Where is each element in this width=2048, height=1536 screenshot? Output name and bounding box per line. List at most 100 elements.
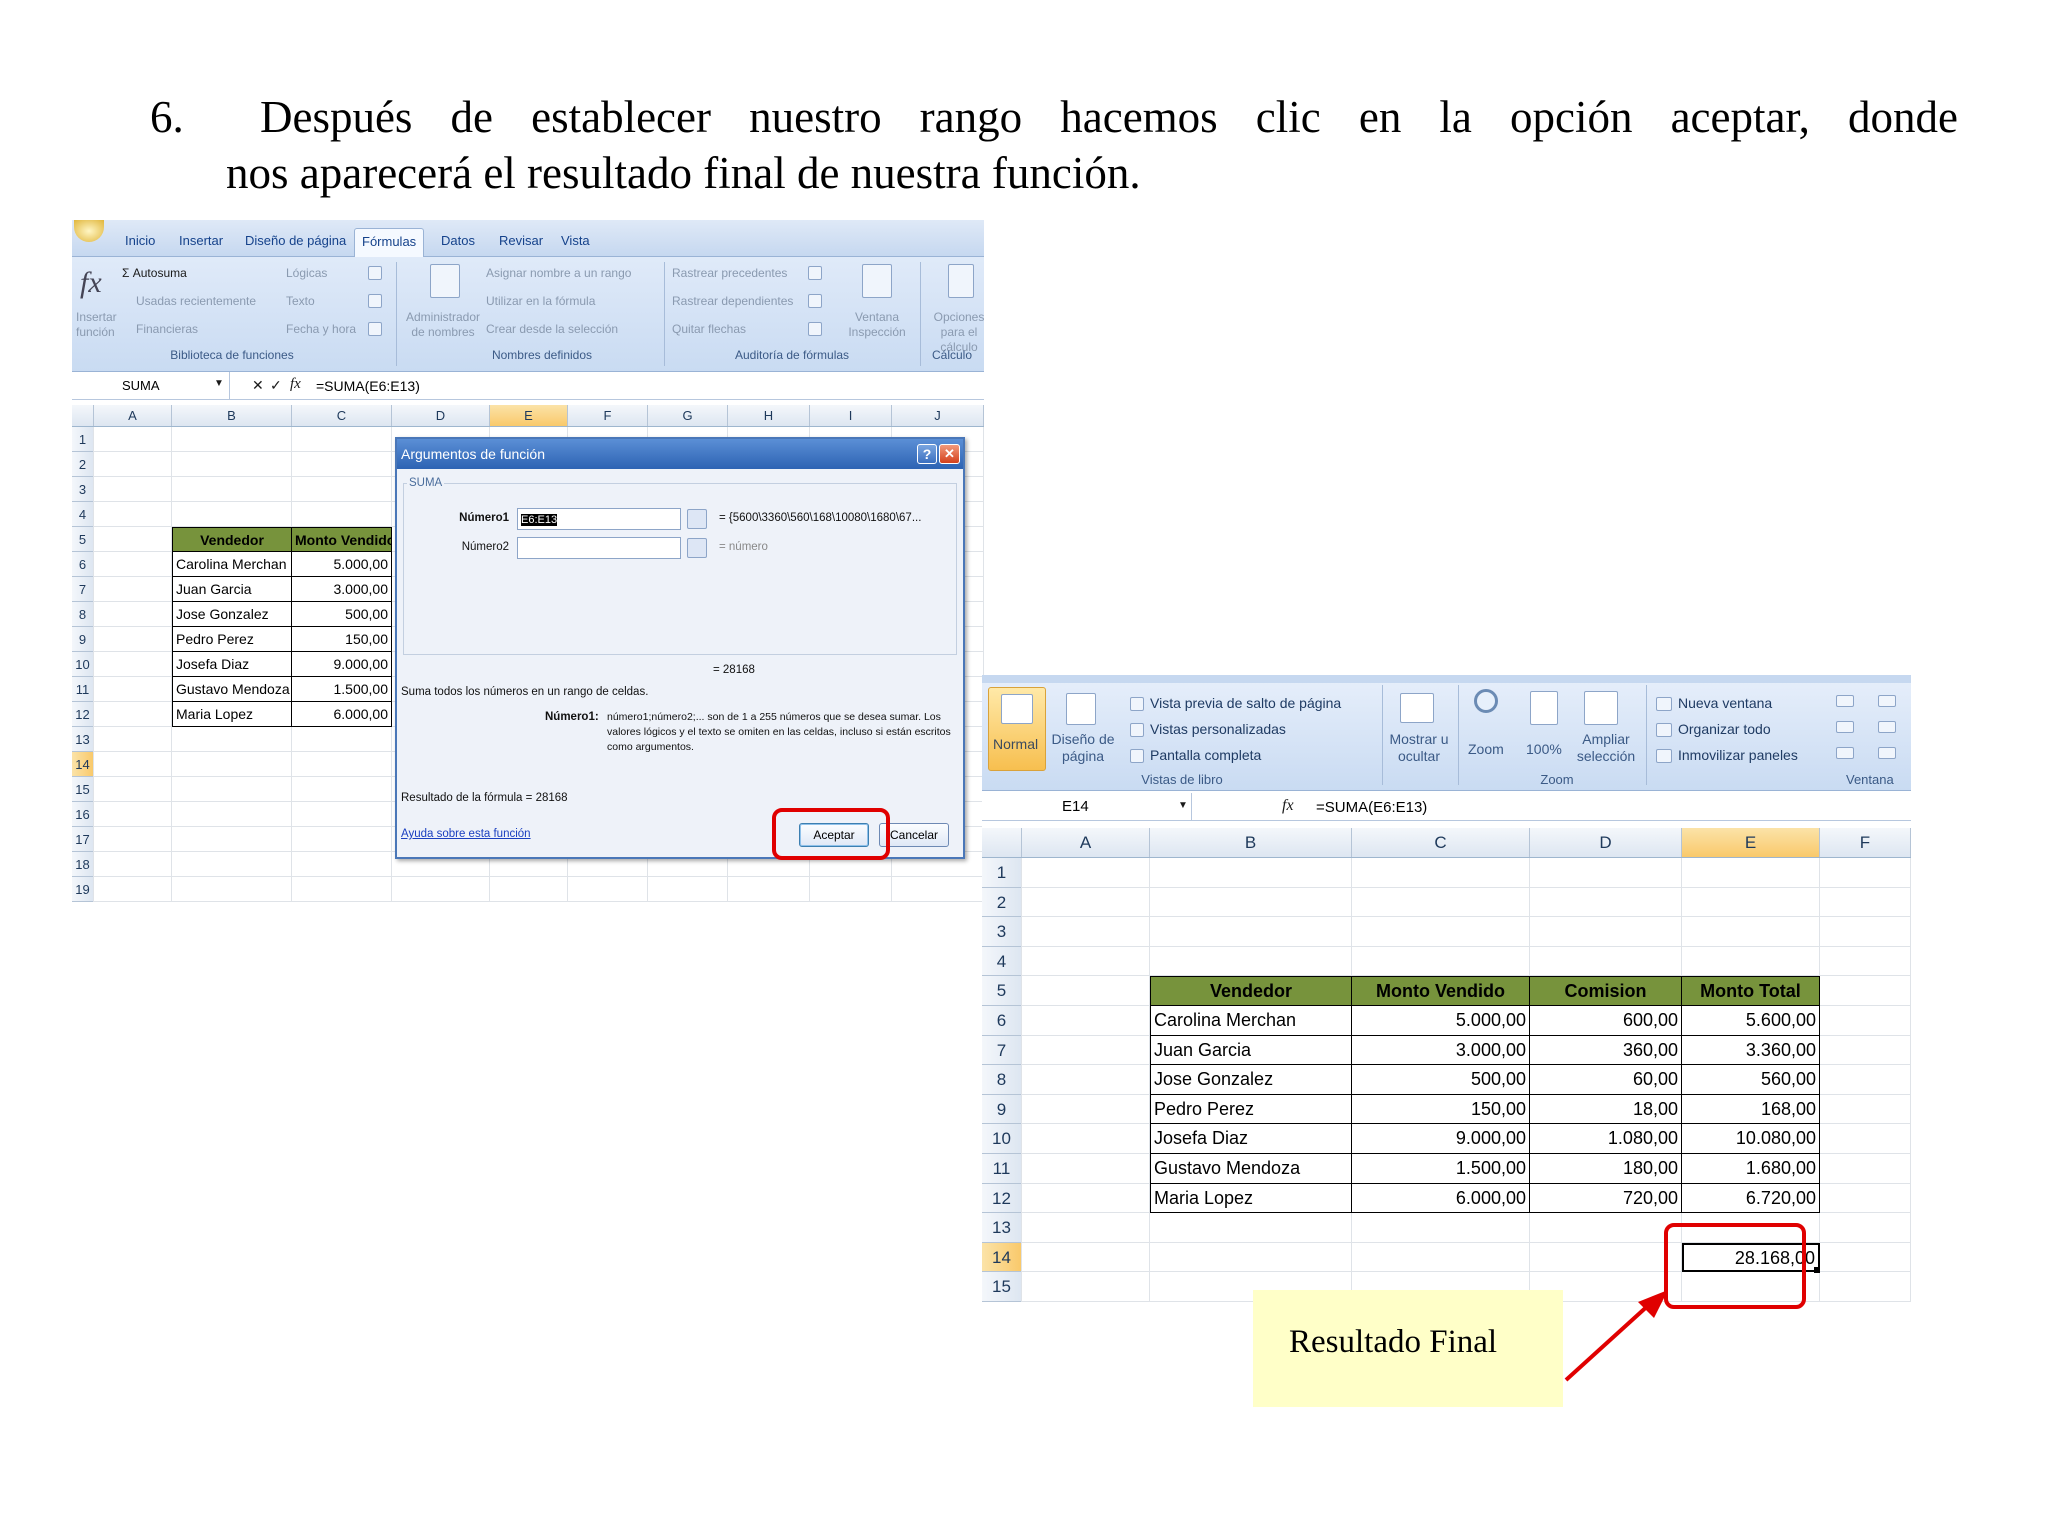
table-cell[interactable]: 560,00 — [1682, 1065, 1820, 1095]
row-header-3[interactable]: 3 — [982, 917, 1022, 947]
formula-input[interactable]: =SUMA(E6:E13) — [1316, 799, 1427, 816]
zoom-100-button[interactable]: 100% — [1526, 741, 1562, 757]
table-cell[interactable]: Josefa Diaz — [172, 652, 292, 677]
trace-precedents-button[interactable]: Rastrear precedentes — [672, 266, 787, 280]
row-header-6[interactable]: 6 — [72, 552, 94, 577]
table-cell[interactable]: Pedro Perez — [1150, 1094, 1352, 1125]
table-cell[interactable]: 150,00 — [1352, 1094, 1530, 1125]
tab-insertar[interactable]: Insertar — [172, 228, 230, 257]
column-header-d[interactable]: D — [392, 405, 490, 426]
show-hide-button[interactable]: Mostrar u ocultar — [1384, 731, 1454, 765]
sync-scroll-icon[interactable] — [1878, 721, 1896, 733]
insert-function-icon[interactable]: fx — [290, 376, 301, 393]
table-cell[interactable]: 3.000,00 — [292, 577, 392, 602]
row-header-15[interactable]: 15 — [72, 777, 94, 802]
table-cell[interactable]: 6.000,00 — [1352, 1183, 1530, 1214]
unhide-window-icon[interactable] — [1836, 747, 1854, 759]
arrange-all-button[interactable]: Organizar todo — [1678, 721, 1771, 737]
name-box-dropdown-icon[interactable]: ▼ — [1178, 800, 1188, 811]
column-header-g[interactable]: G — [648, 405, 728, 426]
cancel-entry-icon[interactable]: ✕ — [252, 377, 264, 394]
table-cell[interactable]: Jose Gonzalez — [1150, 1065, 1352, 1095]
column-header-i[interactable]: I — [810, 405, 892, 426]
help-icon[interactable]: ? — [917, 444, 937, 464]
table-cell[interactable]: 6.000,00 — [292, 702, 392, 727]
select-all-corner[interactable] — [982, 828, 1022, 857]
use-in-formula-button[interactable]: Utilizar en la fórmula — [486, 294, 595, 308]
autosum-button[interactable]: Σ Autosuma — [122, 266, 187, 280]
page-break-preview-button[interactable]: Vista previa de salto de página — [1150, 695, 1341, 711]
lookup-icon[interactable] — [368, 266, 382, 280]
column-header-a[interactable]: A — [1022, 828, 1150, 857]
insert-function-icon[interactable]: fx — [1282, 797, 1294, 815]
row-header-14[interactable]: 14 — [72, 752, 94, 777]
name-box[interactable]: SUMA — [72, 372, 230, 400]
column-header-f[interactable]: F — [1820, 828, 1911, 857]
table-cell[interactable]: 150,00 — [292, 627, 392, 652]
table-cell[interactable]: 6.720,00 — [1682, 1183, 1820, 1214]
row-header-9[interactable]: 9 — [72, 627, 94, 652]
column-header-e[interactable]: E — [1682, 828, 1820, 857]
full-screen-button[interactable]: Pantalla completa — [1150, 747, 1261, 763]
table-cell[interactable]: 18,00 — [1530, 1094, 1682, 1125]
logical-functions-button[interactable]: Lógicas — [286, 266, 327, 280]
hide-window-icon[interactable] — [1836, 721, 1854, 733]
table-cell[interactable]: Juan Garcia — [1150, 1035, 1352, 1066]
column-header-e[interactable]: E — [490, 405, 568, 426]
select-all-corner[interactable] — [72, 405, 94, 426]
more-functions-icon[interactable] — [368, 322, 382, 336]
column-header-a[interactable]: A — [94, 405, 172, 426]
formula-input[interactable]: =SUMA(E6:E13) — [316, 378, 420, 394]
table-cell[interactable]: 9.000,00 — [292, 652, 392, 677]
zoom-selection-button[interactable]: Ampliar selección — [1576, 731, 1636, 765]
table-cell[interactable]: Carolina Merchan — [1150, 1006, 1352, 1036]
column-header-c[interactable]: C — [1352, 828, 1530, 857]
row-header-5[interactable]: 5 — [72, 527, 94, 552]
office-button[interactable] — [74, 220, 104, 242]
row-header-16[interactable]: 16 — [72, 802, 94, 827]
row-header-9[interactable]: 9 — [982, 1094, 1022, 1125]
tab-vista[interactable]: Vista — [554, 228, 597, 257]
tab-datos[interactable]: Datos — [434, 228, 482, 257]
custom-views-button[interactable]: Vistas personalizadas — [1150, 721, 1286, 737]
row-header-15[interactable]: 15 — [982, 1272, 1022, 1302]
table-cell[interactable]: Gustavo Mendoza — [172, 677, 292, 702]
table-cell[interactable]: 720,00 — [1530, 1183, 1682, 1214]
row-header-3[interactable]: 3 — [72, 477, 94, 502]
error-check-icon[interactable] — [808, 294, 822, 308]
row-header-12[interactable]: 12 — [72, 702, 94, 727]
tab-diseno-pagina[interactable]: Diseño de página — [238, 228, 353, 257]
side-by-side-icon[interactable] — [1878, 695, 1896, 707]
row-header-19[interactable]: 19 — [72, 877, 94, 902]
table-cell[interactable]: Juan Garcia — [172, 577, 292, 602]
table-cell[interactable]: 1.680,00 — [1682, 1154, 1820, 1184]
range-select-icon[interactable] — [687, 538, 707, 558]
column-header-f[interactable]: F — [568, 405, 648, 426]
table-cell[interactable]: Maria Lopez — [172, 702, 292, 727]
column-header-c[interactable]: C — [292, 405, 392, 426]
table-cell[interactable]: 168,00 — [1682, 1094, 1820, 1125]
table-cell[interactable]: 360,00 — [1530, 1035, 1682, 1066]
row-header-14[interactable]: 14 — [982, 1242, 1022, 1273]
row-header-12[interactable]: 12 — [982, 1183, 1022, 1214]
column-header-d[interactable]: D — [1530, 828, 1682, 857]
table-cell[interactable]: 500,00 — [1352, 1065, 1530, 1095]
table-cell[interactable]: 3.360,00 — [1682, 1035, 1820, 1066]
reset-position-icon[interactable] — [1878, 747, 1896, 759]
arg1-input[interactable]: E6:E13 — [517, 508, 681, 530]
name-box-dropdown-icon[interactable]: ▼ — [214, 378, 224, 389]
row-header-7[interactable]: 7 — [982, 1035, 1022, 1066]
insert-function-button[interactable]: Insertar función — [76, 310, 117, 340]
help-link[interactable]: Ayuda sobre esta función — [401, 828, 531, 840]
table-cell[interactable]: 9.000,00 — [1352, 1124, 1530, 1154]
row-header-17[interactable]: 17 — [72, 827, 94, 852]
table-cell[interactable]: Pedro Perez — [172, 627, 292, 652]
table-cell[interactable]: 60,00 — [1530, 1065, 1682, 1095]
table-cell[interactable]: 10.080,00 — [1682, 1124, 1820, 1154]
column-header-h[interactable]: H — [728, 405, 810, 426]
name-box[interactable]: E14 — [982, 793, 1192, 821]
tab-inicio[interactable]: Inicio — [118, 228, 162, 257]
datetime-functions-button[interactable]: Fecha y hora — [286, 322, 356, 336]
confirm-entry-icon[interactable]: ✓ — [270, 377, 282, 394]
evaluate-formula-icon[interactable] — [808, 322, 822, 336]
